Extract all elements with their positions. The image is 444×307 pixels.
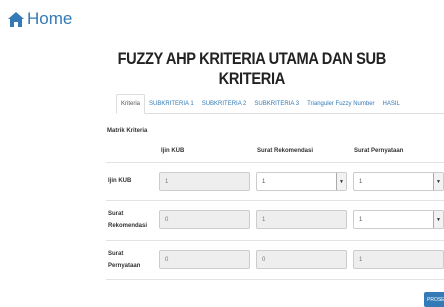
cell-surat-pernyataan-surat-pernyataan: 1 [353,250,444,269]
process-button[interactable]: PROSES [424,292,444,307]
cell-value: 1 [359,178,363,185]
home-label: Home [27,9,73,28]
cell-value: 0 [262,256,266,263]
chevron-down-icon[interactable]: ▼ [336,173,346,190]
cell-ijin-kub-ijin-kub: 1 [159,172,250,191]
table-divider [106,162,444,163]
tab-triangular-fuzzy-number[interactable]: Trianguler Fuzzy Number [303,95,378,113]
tab-hasil[interactable]: HASIL [379,95,404,113]
table-divider [106,279,444,280]
cell-surat-pernyataan-ijin-kub: 0 [159,250,250,269]
table-divider [106,200,444,201]
cell-value: 1 [359,216,363,223]
page-title: FUZZY AHP KRITERIA UTAMA DAN SUB KRITERI… [117,49,387,88]
tab-subkriteria-3[interactable]: SUBKRITERIA 3 [250,95,303,113]
table-divider [106,240,444,241]
tab-subkriteria-1[interactable]: SUBKRITERIA 1 [145,95,198,113]
row-header-surat-rekomendasi: Surat Rekomendasi [108,211,148,229]
column-header-surat-rekomendasi: Surat Rekomendasi [257,148,314,154]
cell-value: 0 [165,256,169,263]
cell-value: 1 [262,216,266,223]
cell-surat-rekomendasi-surat-rekomendasi: 1 [256,210,347,229]
cell-value: 1 [262,178,266,185]
row-header-surat-pernyataan: Surat Pernyataan [108,251,141,269]
cell-surat-rekomendasi-ijin-kub: 0 [159,210,250,229]
cell-surat-rekomendasi-surat-pernyataan-select[interactable]: 1 ▼ [353,210,444,229]
cell-ijin-kub-surat-rekomendasi-select[interactable]: 1 ▼ [256,172,347,191]
column-header-ijin-kub: Ijin KUB [161,148,185,154]
tab-bar: Kriteria SUBKRITERIA 1 SUBKRITERIA 2 SUB… [116,94,444,114]
tab-kriteria[interactable]: Kriteria [116,94,146,114]
cell-surat-pernyataan-surat-rekomendasi: 0 [256,250,347,269]
cell-value: 0 [165,216,169,223]
matrix-label: Matrik Kriteria [107,128,148,134]
cell-value: 1 [165,178,169,185]
tab-subkriteria-2[interactable]: SUBKRITERIA 2 [198,95,251,113]
home-link[interactable]: Home [8,9,72,29]
chevron-down-icon[interactable]: ▼ [433,211,443,228]
chevron-down-icon[interactable]: ▼ [433,173,443,190]
cell-ijin-kub-surat-pernyataan-select[interactable]: 1 ▼ [353,172,444,191]
cell-value: 1 [359,256,363,263]
column-header-surat-pernyataan: Surat Pernyataan [354,148,404,154]
row-header-ijin-kub: Ijin KUB [108,178,132,184]
home-icon [8,11,24,27]
